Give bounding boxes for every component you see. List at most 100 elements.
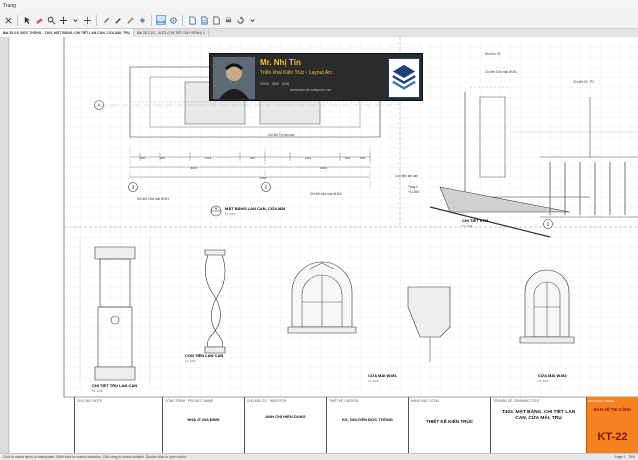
menu-bar: Trang xyxy=(0,0,638,12)
toolbar-separator xyxy=(182,14,183,26)
cell-label: CHỦ ĐẦU TƯ - INVESTOR xyxy=(247,399,287,403)
callout-text: Chi tiết Trụ lan can xyxy=(268,133,295,137)
eraser-icon[interactable] xyxy=(34,15,44,25)
title-cell-stage: GIAI ĐOẠN / STAGE BẢN VẼ THI CÔNG KT-22 xyxy=(586,397,638,453)
plan-dim: 300 xyxy=(360,156,365,160)
brush-icon[interactable] xyxy=(113,15,123,25)
dropper-icon[interactable] xyxy=(125,15,135,25)
plan-dim: 300 xyxy=(345,156,350,160)
callout-text: Chi tiết 03 - P3 xyxy=(573,80,594,84)
level-value: +11.800 xyxy=(408,190,420,194)
document-tabs: Bài 25.3.6. ĐỨC THÔNG - T403. MẶT BẰNG, … xyxy=(0,29,638,37)
chevron-down-icon[interactable] xyxy=(70,15,80,25)
plan-dim: 1250 xyxy=(260,176,267,180)
cell-label: CÔNG TRÌNH - PROJECT NAME xyxy=(165,399,213,403)
investor-name: ANH CHỊ HIỂN DUNG xyxy=(265,414,306,419)
plan-dim: 300 xyxy=(160,156,165,160)
left-ruler xyxy=(0,37,9,453)
window1-scale: TL: 1/20 xyxy=(368,379,379,383)
toolbar xyxy=(0,12,638,29)
author-photo xyxy=(213,57,255,99)
app-window: Trang Bài 25.3.6. ĐỨC THÔNG - T403. MẶT … xyxy=(0,0,638,460)
zoom-icon[interactable] xyxy=(46,15,56,25)
callout-text: Chi tiết Cửa mái W.M1 xyxy=(137,197,169,201)
document-icon[interactable] xyxy=(187,15,197,25)
zoom-level[interactable]: 75% xyxy=(628,455,635,459)
title-cell-note: GHI CHÚ / NOTE xyxy=(74,397,162,453)
title-cell-drawing: TÊN BẢN VẼ / DRAWING TITLE T403. MẶT BẰN… xyxy=(490,397,586,453)
title-cell-investor: CHỦ ĐẦU TƯ - INVESTOR ANH CHỊ HIỂN DUNG xyxy=(244,397,326,453)
page-indicator: Page 1 xyxy=(614,455,626,459)
plan-dim: 300 xyxy=(140,156,145,160)
toolbar-separator xyxy=(151,14,152,26)
drawing-canvas[interactable]: A 3 2 1 300 300 1114 320 1114 300 300 40… xyxy=(10,37,638,453)
author-banner: Mr. Nhị Tín Triển khai Kiến Trúc - Layou… xyxy=(209,53,423,101)
window2-title: CỬA MÁI W.M2 xyxy=(538,373,568,378)
export-icon[interactable] xyxy=(211,15,221,25)
window1-title: CỬA MÁI W.M1 xyxy=(368,373,398,378)
plan-dim: 1114 xyxy=(305,156,312,160)
grid-label-a: A xyxy=(97,103,100,108)
project-name: NHÀ Ở GIA ĐÌNH xyxy=(187,417,220,422)
author-name: Mr. Nhị Tín xyxy=(260,58,301,67)
plan-dim: 1114 xyxy=(205,156,212,160)
paint-bucket-icon[interactable] xyxy=(137,15,147,25)
dimension-icon[interactable] xyxy=(156,15,166,25)
rotate-icon[interactable] xyxy=(235,15,245,25)
tab-document-2[interactable]: Bài 25.2.1/2 - XLỂ1 (CHI TIẾT DẦY SÊNH) … xyxy=(134,29,209,37)
cell-label: HẠNG MỤC / ITEM xyxy=(411,399,439,403)
toolbar-separator xyxy=(96,14,97,26)
cell-label: GHI CHÚ / NOTE xyxy=(77,399,102,403)
menu-item-trang[interactable]: Trang xyxy=(3,3,16,9)
status-bar: Click to select items to manipulate. Shi… xyxy=(0,453,638,460)
plan-tag-sheet: - xyxy=(216,212,217,216)
stage-value: BẢN VẼ THI CÔNG xyxy=(593,407,632,412)
plan-title: MẶT BẰNG LAN CAN, CỬA MÁI xyxy=(225,206,285,211)
author-website: www.kientruclayout.net xyxy=(290,87,331,92)
sheet-number: KT-22 xyxy=(597,431,628,443)
title-cell-item: HẠNG MỤC / ITEM THIẾT KẾ KIẾN TRÚC xyxy=(408,397,490,453)
plan-dim: 4040 xyxy=(320,166,327,170)
pencil-icon[interactable] xyxy=(101,15,111,25)
window2-scale: TL: 1/20 xyxy=(538,379,549,383)
level-mark: Tầng 2 xyxy=(408,185,418,189)
callout-text: Con tiện lan can xyxy=(395,174,418,178)
status-hint: Click to select items to manipulate. Shi… xyxy=(3,455,187,459)
chevron-down-icon[interactable] xyxy=(247,15,257,25)
plan-dim: 4040 xyxy=(190,166,197,170)
baluster-title: CON TIỆN LAN CAN xyxy=(185,353,223,358)
cell-label: THIẾT KẾ / DESIGN xyxy=(329,399,359,403)
pillar-scale: TL: 1/10 xyxy=(92,389,103,393)
pan-icon[interactable] xyxy=(58,15,68,25)
callout-text: Chi tiết cửa mái W.M2 xyxy=(310,192,342,196)
title-block: GHI CHÚ / NOTE CÔNG TRÌNH - PROJECT NAME… xyxy=(74,397,638,453)
toolbar-separator xyxy=(17,14,18,26)
plan-scale: TL: 1/50 xyxy=(225,212,236,216)
plan-dim: 320 xyxy=(250,156,255,160)
move-icon[interactable] xyxy=(82,15,92,25)
cell-label: TÊN BẢN VẼ / DRAWING TITLE xyxy=(493,399,540,403)
tab-document-1[interactable]: Bài 25.3.6. ĐỨC THÔNG - T403. MẶT BẰNG, … xyxy=(0,29,135,37)
target-icon[interactable] xyxy=(168,15,178,25)
title-cell-project: CÔNG TRÌNH - PROJECT NAME NHÀ Ở GIA ĐÌNH xyxy=(162,397,244,453)
author-subtitle: Triển khai Kiến Trúc - Layout Arc xyxy=(260,70,333,76)
window-wm2-detail xyxy=(519,269,575,344)
stage-label: GIAI ĐOẠN / STAGE xyxy=(588,399,615,403)
detail-stm-title: CHI TIẾT STM xyxy=(462,218,489,223)
item-name: THIẾT KẾ KIẾN TRÚC xyxy=(425,419,474,424)
status-page: Page 1 75% xyxy=(615,455,635,459)
print-icon[interactable] xyxy=(223,15,233,25)
pillar-title: CHI TIẾT TRỤ LAN CAN xyxy=(92,383,137,388)
drawing-title: T403. MẶT BẰNG, CHI TIẾT LAN CAN, CỬA MÁ… xyxy=(501,410,576,421)
author-phone: 0906 . 886 . 890 xyxy=(260,81,289,86)
close-icon[interactable] xyxy=(3,15,13,25)
layout-logo xyxy=(388,58,420,98)
designer-name: KS. NGUYỄN ĐỨC THÔNG xyxy=(342,417,393,422)
title-cell-design: THIẾT KẾ / DESIGN KS. NGUYỄN ĐỨC THÔNG xyxy=(326,397,408,453)
callout-text: Chi tiết Cửa mái W.M1 xyxy=(485,70,517,74)
baluster-scale: TL: 1/10 xyxy=(185,359,196,363)
select-icon[interactable] xyxy=(22,15,32,25)
detail-stm-scale: TL: 1/20 xyxy=(462,224,473,228)
page-icon[interactable] xyxy=(199,15,209,25)
callout-text: Kho thu 02 xyxy=(485,52,501,56)
